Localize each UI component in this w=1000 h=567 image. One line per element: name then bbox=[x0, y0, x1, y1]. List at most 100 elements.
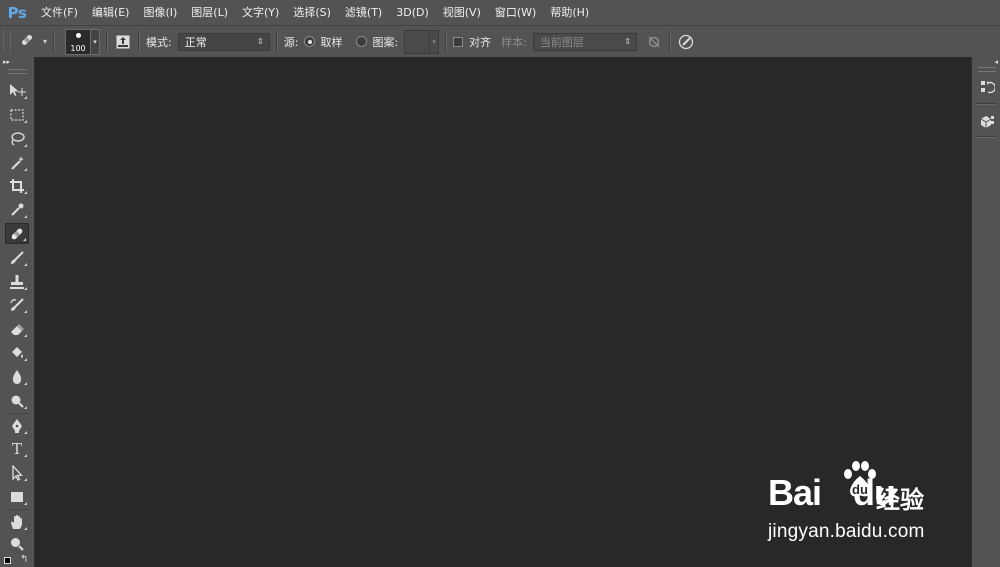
menu-select[interactable]: 选择(S) bbox=[286, 0, 338, 25]
brush-size-picker[interactable]: 100 bbox=[65, 28, 92, 55]
zoom-tool-button[interactable] bbox=[5, 533, 29, 554]
menu-layer[interactable]: 图层(L) bbox=[184, 0, 235, 25]
color-swatches[interactable]: ↰ bbox=[4, 554, 30, 567]
ignore-adjustment-icon bbox=[648, 35, 660, 48]
3d-panel-icon bbox=[980, 116, 994, 128]
divider bbox=[106, 30, 109, 53]
marquee-tool-button[interactable] bbox=[5, 104, 29, 125]
pressure-size-button[interactable] bbox=[677, 33, 695, 51]
baidu-jingyan-watermark: Bai du du 经验 jingyan.baidu.com bbox=[768, 458, 958, 550]
source-sampled-label: 取样 bbox=[320, 35, 343, 49]
menu-type[interactable]: 文字(Y) bbox=[235, 0, 286, 25]
brush-size-value: 100 bbox=[70, 43, 86, 53]
lasso-tool-button[interactable] bbox=[5, 128, 29, 149]
menu-3d[interactable]: 3D(D) bbox=[389, 0, 436, 25]
divider bbox=[53, 30, 56, 53]
double-chevron-right-icon[interactable]: ▸▸ bbox=[3, 58, 10, 66]
options-bar: ▾ 100 ▾ 模式: 正常 ⇕ 源: 取样 图案: ▾ 对齐 样本: 当前图层… bbox=[0, 25, 1000, 58]
tool-preset-picker[interactable]: ▾ bbox=[19, 32, 47, 51]
eraser-tool-icon bbox=[11, 323, 24, 335]
toolbar-divider bbox=[5, 413, 29, 414]
history-panel-icon bbox=[981, 81, 995, 94]
panel-divider bbox=[976, 136, 997, 138]
rectangle-tool-button[interactable] bbox=[5, 486, 29, 507]
crop-tool-button[interactable] bbox=[5, 175, 29, 196]
dodge-tool-button[interactable] bbox=[5, 390, 29, 411]
lasso-tool-icon bbox=[11, 131, 25, 146]
source-pattern-radio[interactable] bbox=[356, 36, 368, 47]
panel-dock-grip[interactable] bbox=[978, 67, 996, 72]
eyedropper-tool-button[interactable] bbox=[5, 199, 29, 220]
brush-panel-icon bbox=[116, 35, 130, 48]
path-selection-tool-icon bbox=[12, 464, 23, 481]
menu-file[interactable]: 文件(F) bbox=[34, 0, 85, 25]
sample-select[interactable]: 当前图层 ⇕ bbox=[532, 32, 637, 51]
menu-help[interactable]: 帮助(H) bbox=[543, 0, 596, 25]
default-colors-icon[interactable] bbox=[4, 557, 11, 564]
sample-label: 样本: bbox=[501, 35, 527, 49]
divider bbox=[138, 30, 141, 53]
blur-tool-button[interactable] bbox=[5, 366, 29, 387]
eraser-tool-button[interactable] bbox=[5, 318, 29, 339]
double-chevron-left-icon[interactable]: ◂ bbox=[994, 58, 998, 66]
clone-stamp-tool-button[interactable] bbox=[5, 271, 29, 292]
healing-brush-tool-button[interactable] bbox=[5, 223, 29, 244]
brush-picker-arrow[interactable]: ▾ bbox=[91, 28, 101, 55]
mode-select-value: 正常 bbox=[184, 35, 207, 49]
brush-tip-icon bbox=[76, 32, 82, 38]
source-label: 源: bbox=[283, 35, 299, 49]
pattern-picker[interactable] bbox=[404, 29, 431, 54]
brush-tool-icon bbox=[11, 250, 24, 264]
aligned-label: 对齐 bbox=[469, 35, 492, 49]
crop-tool-icon bbox=[10, 178, 24, 193]
aligned-checkbox[interactable] bbox=[453, 36, 464, 47]
properties-panel-button[interactable] bbox=[976, 112, 998, 132]
menu-filter[interactable]: 滤镜(T) bbox=[338, 0, 389, 25]
type-tool-button[interactable]: T bbox=[5, 438, 29, 459]
mode-label: 模式: bbox=[146, 35, 172, 49]
move-tool-button[interactable] bbox=[5, 80, 29, 101]
magic-wand-tool-button[interactable] bbox=[5, 152, 29, 173]
brush-tool-button[interactable] bbox=[5, 247, 29, 268]
path-selection-tool-button[interactable] bbox=[5, 462, 29, 483]
history-brush-tool-icon bbox=[10, 297, 24, 311]
menu-image[interactable]: 图像(I) bbox=[136, 0, 184, 25]
ignore-adjustment-layers-button[interactable] bbox=[645, 33, 663, 51]
swap-colors-icon[interactable]: ↰ bbox=[20, 554, 28, 565]
history-brush-tool-button[interactable] bbox=[5, 294, 29, 315]
source-pattern-label: 图案: bbox=[372, 35, 399, 49]
mode-select[interactable]: 正常 ⇕ bbox=[177, 32, 270, 51]
right-panel-dock: ◂ bbox=[971, 57, 1000, 567]
sample-select-value: 当前图层 bbox=[539, 35, 584, 49]
divider bbox=[275, 30, 278, 53]
pattern-picker-arrow[interactable]: ▾ bbox=[430, 29, 440, 54]
brush-panel-toggle-button[interactable] bbox=[114, 33, 132, 51]
hand-tool-button[interactable] bbox=[5, 511, 29, 532]
paint-bucket-tool-icon bbox=[12, 346, 23, 358]
chevron-down-icon: ▾ bbox=[43, 37, 48, 46]
options-bar-grip[interactable] bbox=[3, 31, 11, 52]
magic-wand-tool-icon bbox=[11, 155, 24, 170]
clone-stamp-tool-icon bbox=[10, 274, 24, 289]
rectangle-tool-icon bbox=[11, 491, 23, 502]
panel-divider bbox=[976, 103, 997, 105]
paint-bucket-tool-button[interactable] bbox=[5, 342, 29, 363]
divider bbox=[668, 30, 671, 53]
history-panel-button[interactable] bbox=[976, 77, 998, 97]
menu-window[interactable]: 窗口(W) bbox=[488, 0, 543, 25]
jingyan-url: jingyan.baidu.com bbox=[768, 521, 925, 542]
menu-bar: Ps 文件(F) 编辑(E) 图像(I) 图层(L) 文字(Y) 选择(S) 滤… bbox=[0, 0, 1000, 25]
updown-arrows-icon: ⇕ bbox=[257, 37, 264, 46]
menu-edit[interactable]: 编辑(E) bbox=[85, 0, 137, 25]
tools-panel: ▸▸ T ↰ bbox=[0, 57, 35, 567]
hand-tool-icon bbox=[11, 514, 22, 529]
blur-tool-icon bbox=[12, 369, 22, 384]
menu-view[interactable]: 视图(V) bbox=[436, 0, 488, 25]
photoshop-logo: Ps bbox=[7, 3, 27, 22]
dodge-tool-icon bbox=[11, 395, 24, 408]
zoom-tool-icon bbox=[11, 537, 24, 551]
type-tool-icon: T bbox=[11, 439, 22, 458]
tools-panel-grip[interactable] bbox=[7, 69, 27, 74]
pen-tool-button[interactable] bbox=[5, 415, 29, 436]
source-sampled-radio[interactable] bbox=[304, 36, 316, 47]
